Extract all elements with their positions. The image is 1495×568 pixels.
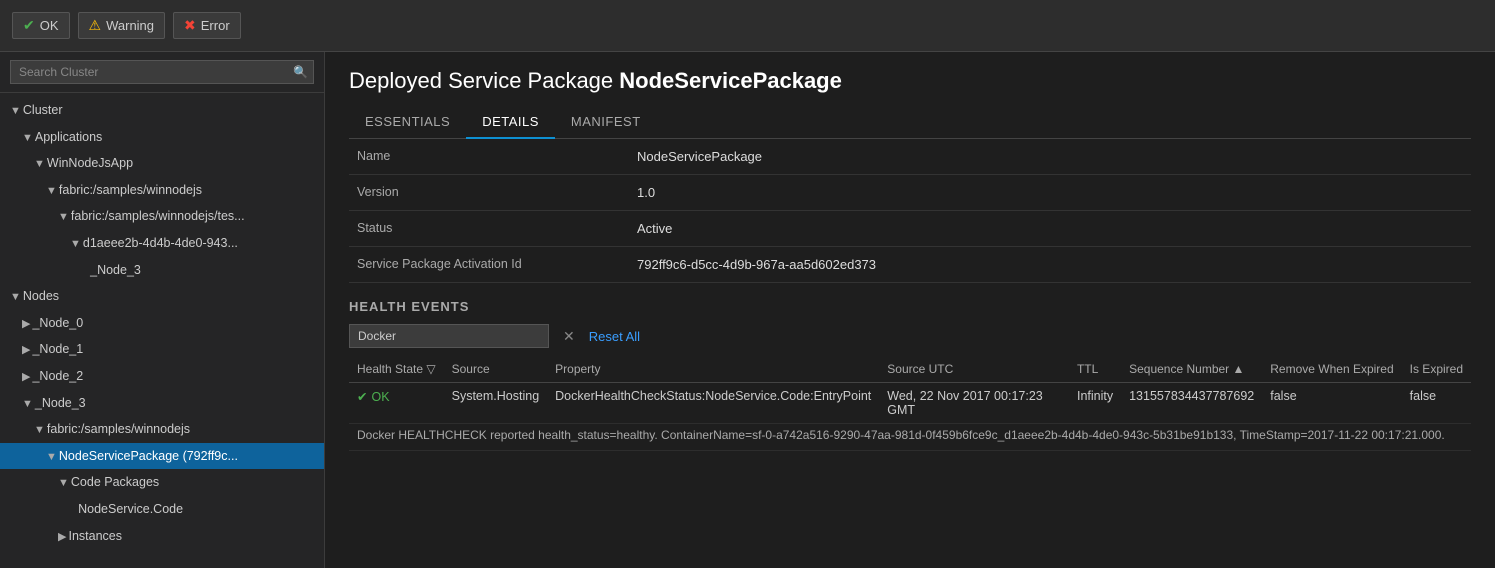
health-state-cell: ✔ OK: [349, 383, 444, 424]
expand-down-icon: ▼: [58, 477, 69, 489]
expand-down-icon: ▼: [22, 132, 33, 144]
expand-down-icon: ▼: [70, 238, 81, 250]
search-input[interactable]: [10, 60, 314, 84]
health-events-title: HEALTH EVENTS: [349, 299, 1471, 314]
warning-label: Warning: [106, 18, 154, 33]
details-row: Version1.0: [349, 175, 1471, 211]
details-label: Name: [349, 139, 629, 175]
health-col-health-state[interactable]: Health State ▽: [349, 356, 444, 383]
tree: ▼Cluster▼Applications▼WinNodeJsApp▼fabri…: [0, 93, 324, 568]
details-label: Version: [349, 175, 629, 211]
health-col-is-expired: Is Expired: [1402, 356, 1471, 383]
ok-check-icon: ✔: [357, 389, 367, 404]
content-header: Deployed Service Package NodeServicePack…: [325, 52, 1495, 94]
expand-right-icon: ▶: [58, 531, 66, 543]
search-box: 🔍: [0, 52, 324, 93]
tree-item-node3-label[interactable]: _Node_3: [0, 257, 324, 284]
content-area: Deployed Service Package NodeServicePack…: [325, 52, 1495, 568]
health-description-cell: Docker HEALTHCHECK reported health_statu…: [349, 424, 1471, 451]
page-title-name: NodeServicePackage: [619, 68, 842, 93]
tree-item-cluster[interactable]: ▼Cluster: [0, 97, 324, 124]
ok-label: OK: [40, 18, 59, 33]
health-source-cell: System.Hosting: [444, 383, 548, 424]
health-property-cell: DockerHealthCheckStatus:NodeService.Code…: [547, 383, 879, 424]
tree-item-nodeservicecode[interactable]: NodeService.Code: [0, 496, 324, 523]
search-icon: 🔍: [293, 65, 308, 79]
health-remove-cell: false: [1262, 383, 1401, 424]
expand-right-icon: ▶: [22, 371, 30, 383]
health-filter-clear-button[interactable]: ✕: [559, 328, 579, 345]
health-col-property: Property: [547, 356, 879, 383]
details-value: NodeServicePackage: [629, 139, 1471, 175]
tree-item-node3-fabric[interactable]: ▼fabric:/samples/winnodejs: [0, 416, 324, 443]
health-filter-row: ✕ Reset All: [349, 324, 1471, 348]
tree-item-node3[interactable]: ▼_Node_3: [0, 390, 324, 417]
ok-icon: ✔: [23, 17, 35, 34]
health-col-source-utc: Source UTC: [879, 356, 1069, 383]
details-table: NameNodeServicePackageVersion1.0StatusAc…: [349, 139, 1471, 283]
tree-item-fabric-samples-winnodejs-tes[interactable]: ▼fabric:/samples/winnodejs/tes...: [0, 203, 324, 230]
details-value: 1.0: [629, 175, 1471, 211]
details-label: Service Package Activation Id: [349, 247, 629, 283]
tree-item-nodes[interactable]: ▼Nodes: [0, 283, 324, 310]
expand-right-icon: ▶: [22, 318, 30, 330]
tree-item-d1aeee2b[interactable]: ▼d1aeee2b-4d4b-4de0-943...: [0, 230, 324, 257]
tab-essentials[interactable]: ESSENTIALS: [349, 106, 466, 139]
health-table: Health State ▽SourcePropertySource UTCTT…: [349, 356, 1471, 451]
health-col-source: Source: [444, 356, 548, 383]
health-row: ✔ OK System.Hosting DockerHealthCheckSta…: [349, 383, 1471, 424]
page-title: Deployed Service Package NodeServicePack…: [349, 68, 1471, 94]
ok-button[interactable]: ✔ OK: [12, 12, 70, 39]
tree-item-winnodejsapp[interactable]: ▼WinNodeJsApp: [0, 150, 324, 177]
details-label: Status: [349, 211, 629, 247]
health-col-sequence-number[interactable]: Sequence Number ▲: [1121, 356, 1262, 383]
tree-item-node1[interactable]: ▶_Node_1: [0, 336, 324, 363]
tree-item-fabric-samples-winnodejs[interactable]: ▼fabric:/samples/winnodejs: [0, 177, 324, 204]
ok-badge: ✔ OK: [357, 389, 390, 404]
expand-down-icon: ▼: [34, 158, 45, 170]
tab-details[interactable]: DETAILS: [466, 106, 555, 139]
tree-item-node0[interactable]: ▶_Node_0: [0, 310, 324, 337]
expand-down-icon: ▼: [22, 398, 33, 410]
expand-down-icon: ▼: [46, 451, 57, 463]
details-value: 792ff9c6-d5cc-4d9b-967a-aa5d602ed373: [629, 247, 1471, 283]
health-seqnum-cell: 131557834437787692: [1121, 383, 1262, 424]
health-description-row: Docker HEALTHCHECK reported health_statu…: [349, 424, 1471, 451]
details-row: NameNodeServicePackage: [349, 139, 1471, 175]
expand-down-icon: ▼: [10, 291, 21, 303]
health-col-ttl: TTL: [1069, 356, 1121, 383]
sidebar: 🔍 ▼Cluster▼Applications▼WinNodeJsApp▼fab…: [0, 52, 325, 568]
main-layout: 🔍 ▼Cluster▼Applications▼WinNodeJsApp▼fab…: [0, 52, 1495, 568]
details-row: Service Package Activation Id792ff9c6-d5…: [349, 247, 1471, 283]
error-icon: ✖: [184, 17, 196, 34]
warning-button[interactable]: ⚠ Warning: [78, 12, 166, 39]
topbar: ✔ OK ⚠ Warning ✖ Error: [0, 0, 1495, 52]
tree-item-nodeservicepackage[interactable]: ▼NodeServicePackage (792ff9c...: [0, 443, 324, 470]
warning-icon: ⚠: [89, 17, 102, 34]
tree-item-codepackages[interactable]: ▼Code Packages: [0, 469, 324, 496]
expand-down-icon: ▼: [58, 211, 69, 223]
reset-all-button[interactable]: Reset All: [589, 329, 640, 344]
health-utc-cell: Wed, 22 Nov 2017 00:17:23 GMT: [879, 383, 1069, 424]
health-section: HEALTH EVENTS ✕ Reset All Health State ▽…: [349, 299, 1471, 451]
health-expired-cell: false: [1402, 383, 1471, 424]
details-value: Active: [629, 211, 1471, 247]
error-button[interactable]: ✖ Error: [173, 12, 241, 39]
error-label: Error: [201, 18, 230, 33]
expand-down-icon: ▼: [34, 424, 45, 436]
tabs: ESSENTIALSDETAILSMANIFEST: [349, 106, 1471, 139]
tab-manifest[interactable]: MANIFEST: [555, 106, 657, 139]
tree-item-node2[interactable]: ▶_Node_2: [0, 363, 324, 390]
health-ttl-cell: Infinity: [1069, 383, 1121, 424]
page-title-prefix: Deployed Service Package: [349, 68, 613, 93]
details-row: StatusActive: [349, 211, 1471, 247]
expand-down-icon: ▼: [10, 105, 21, 117]
expand-right-icon: ▶: [22, 344, 30, 356]
tree-item-instances[interactable]: ▶Instances: [0, 523, 324, 550]
tree-item-applications[interactable]: ▼Applications: [0, 124, 324, 151]
health-filter-input[interactable]: [349, 324, 549, 348]
expand-down-icon: ▼: [46, 185, 57, 197]
health-col-remove-when-expired: Remove When Expired: [1262, 356, 1401, 383]
